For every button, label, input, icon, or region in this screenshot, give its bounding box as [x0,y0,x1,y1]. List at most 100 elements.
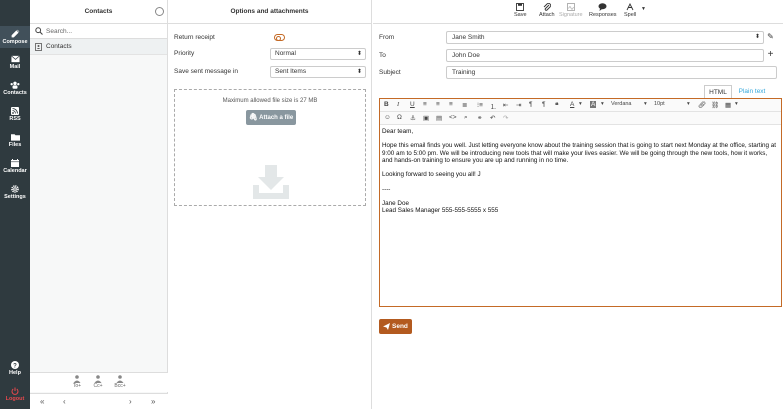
editor-toolbar-row-1: B I U ≡ ≡ ≡ ≣ ⁝≡ ⒈ ⇤ ⇥ ¶ ¶ ❝ A ▾ A ▾ Ver… [380,99,781,112]
image-icon[interactable]: ▣ [423,114,429,122]
return-receipt-toggle[interactable] [274,34,285,41]
paper-plane-icon [383,323,390,330]
body-greeting: Dear team, [382,128,414,135]
priority-select[interactable]: Normal ⬍ [270,48,366,60]
calendar-icon [11,159,19,167]
font-size-select[interactable]: 10pt [654,101,665,107]
align-left-icon[interactable]: ≡ [423,101,427,108]
signature-button[interactable]: Signature [559,3,583,18]
svg-text:?: ? [13,363,17,369]
background-color-icon[interactable]: A [590,101,597,108]
search-replace-icon[interactable]: ⌕ [464,114,468,122]
message-editor[interactable]: B I U ≡ ≡ ≡ ≣ ⁝≡ ⒈ ⇤ ⇥ ¶ ¶ ❝ A ▾ A ▾ Ver… [379,98,782,307]
editor-toolbar-row-2: ☺ Ω ⚓︎ ▣ ▤ <> ⌕ ⚭ ↶ ↷ [380,112,781,125]
undo-icon[interactable]: ↶ [490,114,495,122]
blockquote-icon[interactable]: ❝ [555,101,559,109]
nav-rss[interactable]: RSS [0,104,30,126]
add-cc-button[interactable]: Cc+ [90,375,106,389]
text-color-icon[interactable]: A [570,101,574,108]
nav-files[interactable]: Files [0,130,30,152]
attach-file-button[interactable]: 🖇 Attach a file [246,110,296,125]
source-code-icon[interactable]: <> [449,114,457,121]
first-page-button[interactable]: « [40,397,44,406]
address-book-item[interactable]: Contacts [30,39,167,55]
align-center-icon[interactable]: ≡ [436,101,440,108]
italic-icon[interactable]: I [397,101,399,108]
table-icon[interactable]: ▦ [725,101,731,109]
contacts-search[interactable]: Search... [30,24,167,39]
compose-icon [11,29,19,38]
subject-row: Subject Training [379,66,777,79]
indent-icon[interactable]: ⇥ [516,101,521,109]
to-field[interactable]: John Doe [446,49,764,62]
to-label: To [379,52,386,59]
numbered-list-icon[interactable]: ⒈ [490,101,497,111]
nav-logout[interactable]: Logout [0,387,30,407]
align-justify-icon[interactable]: ≣ [462,101,467,109]
special-char-icon[interactable]: Ω [397,114,402,121]
link-icon[interactable]: 🔗︎ [698,101,706,109]
select-mode-icon[interactable] [155,7,164,16]
save-icon [516,3,525,11]
send-button[interactable]: Send [379,319,412,334]
emoticon-icon[interactable]: ☺ [384,114,391,121]
person-add-icon [94,375,101,383]
signature-icon [566,3,575,11]
nav-settings[interactable]: Settings [0,182,30,204]
return-receipt-row: Return receipt [174,32,366,44]
search-icon [35,27,43,35]
align-right-icon[interactable]: ≡ [449,101,453,108]
ltr-icon[interactable]: ¶ [529,101,533,108]
chevron-down-icon[interactable]: ▾ [735,101,738,107]
priority-label: Priority [174,50,195,57]
nav-compose[interactable]: Compose [0,26,30,48]
prev-page-button[interactable]: ‹ [63,397,66,406]
spell-button[interactable]: Spell [624,3,636,18]
save-button[interactable]: Save [514,3,527,18]
chevron-down-icon[interactable]: ▾ [644,101,647,107]
sent-folder-select[interactable]: Sent Items ⬍ [270,66,366,78]
redo-icon[interactable]: ↷ [503,114,508,122]
sent-folder-label: Save sent message in [174,68,238,75]
add-bcc-button[interactable]: Bcc+ [112,375,128,389]
next-page-button[interactable]: › [129,397,132,406]
attachment-dropzone[interactable]: Maximum allowed file size is 27 MB 🖇 Att… [174,89,366,206]
chevron-down-icon[interactable]: ▾ [601,101,604,107]
binoculars-icon[interactable]: ⚭ [477,114,482,122]
search-input[interactable]: Search... [46,28,72,35]
nav-mail[interactable]: Mail [0,52,30,74]
font-family-select[interactable]: Verdana [611,101,632,107]
media-icon[interactable]: ▤ [436,114,442,122]
rtl-icon[interactable]: ¶ [542,101,546,108]
add-to-button[interactable]: To+ [69,375,85,389]
last-page-button[interactable]: » [151,397,155,406]
edit-identity-icon[interactable]: ✎ [764,31,777,44]
add-header-icon[interactable]: + [764,49,777,62]
from-select[interactable]: Jane Smith ⬍ [446,31,764,44]
select-arrows-icon: ⬍ [754,34,760,40]
unlink-icon[interactable]: ⛓︎ [711,101,719,109]
address-book-icon [35,43,42,51]
attach-button[interactable]: Attach [539,3,555,18]
chevron-down-icon[interactable]: ▾ [687,101,690,107]
compose-toolbar: Save Attach Signature Responses Spell ▼ [373,0,783,24]
responses-button[interactable]: Responses [589,3,617,18]
tab-html[interactable]: HTML [704,85,732,98]
nav-calendar[interactable]: Calendar [0,156,30,178]
spellcheck-icon [626,3,634,11]
chevron-down-icon[interactable]: ▾ [579,101,582,107]
nav-help[interactable]: ? Help [0,361,30,381]
outdent-icon[interactable]: ⇤ [503,101,508,109]
bullet-list-icon[interactable]: ⁝≡ [477,101,483,109]
comment-icon [598,3,607,11]
body-separator: ---- [382,185,391,193]
tab-plain-text[interactable]: Plain text [734,85,770,98]
message-body[interactable]: Dear team, Hope this email finds you wel… [382,128,778,214]
nav-contacts[interactable]: Contacts [0,78,30,100]
sent-folder-row: Save sent message in Sent Items ⬍ [174,66,366,78]
anchor-icon[interactable]: ⚓︎ [410,114,416,122]
spell-options-icon[interactable]: ▼ [641,6,646,12]
subject-field[interactable]: Training [446,66,777,79]
underline-icon[interactable]: U [410,101,415,108]
bold-icon[interactable]: B [384,101,389,108]
